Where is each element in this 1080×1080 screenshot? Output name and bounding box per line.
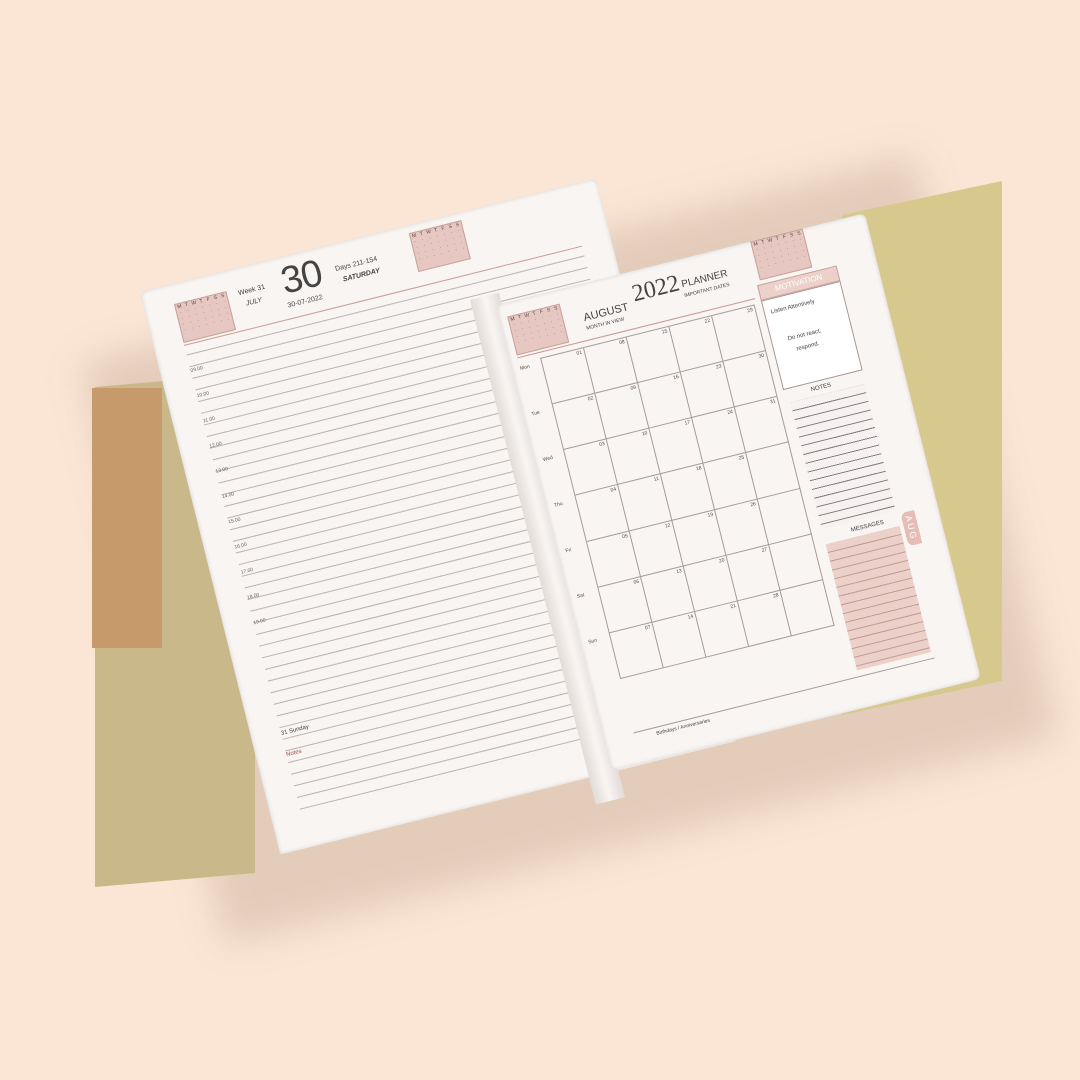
weekday-row-label: Fri: [564, 547, 573, 555]
weekday-row-label: Sat: [576, 592, 586, 600]
day-number: 16: [672, 374, 680, 382]
day-number: 13: [675, 567, 683, 575]
day-number: 29: [746, 307, 754, 315]
mini-cal-cell: ·: [226, 316, 231, 323]
day-number: 07: [644, 624, 652, 632]
mini-cal-cell: ·: [461, 245, 465, 252]
day-number: 27: [761, 546, 768, 554]
day-number: 31: [769, 398, 777, 406]
day-number: 08: [618, 339, 626, 347]
day-number: 30: [758, 352, 765, 361]
day-number: 15: [661, 328, 669, 336]
time-label: 11.00: [202, 415, 216, 425]
day-number: 02: [587, 395, 595, 403]
day-number: 24: [726, 409, 734, 417]
time-label: 09.00: [189, 365, 204, 375]
weekday-row-label: Sun: [587, 637, 598, 646]
year-label: 2022: [629, 270, 683, 308]
day-number: 28: [772, 592, 780, 600]
day-number: 09: [630, 384, 637, 392]
time-label: 13.00: [215, 466, 229, 475]
day-number: 19: [706, 511, 714, 519]
messages-lines: [825, 525, 931, 671]
time-label: 19.00: [252, 617, 267, 627]
mini-cal-cell: ·: [560, 328, 564, 336]
day-number: 01: [575, 349, 583, 357]
day-number: 03: [598, 441, 606, 449]
mini-calendar-august: M T W T F S S · · · · · · · · · · · · · · · · · · · · · · · · · · · ·: [408, 220, 471, 273]
day-number: 14: [687, 613, 694, 621]
time-label: 15.00: [227, 516, 242, 526]
day-number: 21: [729, 602, 737, 611]
month-label: JULY: [245, 296, 263, 308]
day-number: 06: [632, 578, 640, 586]
book-cover-left-edge: [92, 388, 162, 648]
day-number: 18: [695, 465, 703, 473]
motivation-line2: Do not react,: [787, 328, 823, 343]
month-tab-aug[interactable]: AUG: [900, 509, 923, 546]
mini-cal-cell: ·: [803, 253, 807, 260]
day-number: 25: [738, 454, 746, 463]
day-number: 10: [641, 430, 649, 438]
notes-title: NOTES: [810, 382, 832, 394]
notes-lines: [790, 384, 896, 529]
day-number: 11: [653, 476, 660, 484]
day-number: 17: [684, 419, 691, 428]
motivation-line3: respond.: [795, 341, 821, 353]
motivation-box: Listen Attentively Do not react, respond…: [760, 280, 863, 391]
time-label: 14.00: [221, 491, 235, 501]
planner-photo: M T W T F S S · · · · · · · · · · · · · · · · · · · · · · · · · · · · Week…: [0, 0, 1080, 1080]
weekday-row-label: Wed: [542, 454, 554, 464]
time-label: 12.00: [208, 440, 223, 450]
day-number: 23: [715, 363, 723, 371]
time-label: 18.00: [246, 592, 261, 602]
day-number: 20: [718, 557, 726, 565]
day-number: 04: [610, 486, 618, 495]
day-number: 26: [749, 500, 757, 508]
motivation-line1: Listen Attentively: [770, 298, 816, 316]
day-number: 12: [664, 521, 672, 530]
weekday-row-label: Thu: [553, 500, 564, 509]
day-number: 05: [621, 532, 629, 540]
weekday-row-label: Tue: [530, 409, 541, 418]
weekday-row-label: Mon: [519, 363, 531, 372]
day-number: 22: [704, 317, 711, 325]
week-label: Week 31: [237, 283, 266, 298]
